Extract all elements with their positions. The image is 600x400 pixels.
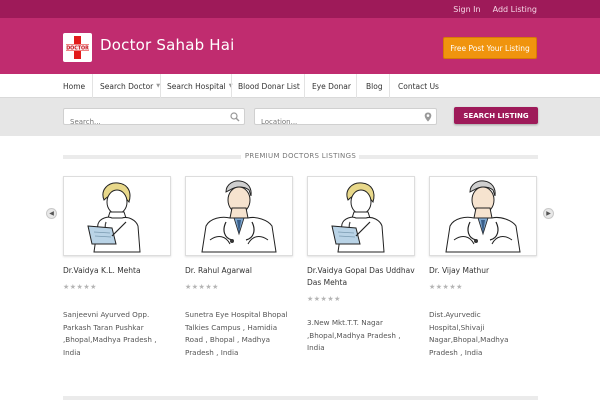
doctor-name-link[interactable]: Dr. Vijay Mathur [429,265,538,277]
male-doctor-illustration-icon [445,180,521,253]
carousel-prev-button[interactable]: ◀ [46,208,57,219]
keyword-search-field [63,108,245,130]
male-doctor-illustration-icon [201,180,277,253]
nav-item-search-doctor[interactable]: Search Doctor ▼ [100,74,160,98]
doctor-name-link[interactable]: Dr. Rahul Agarwal [185,265,294,277]
doctor-address: Dist.Ayurvedic Hospital,Shivaji Nagar,Bh… [429,310,509,357]
site-logo[interactable]: DOCTOR [63,33,92,62]
doctor-photo[interactable] [185,176,293,256]
nav-item-search-hospital[interactable]: Search Hospital▼ [167,74,233,98]
doctor-card: Dr. Rahul Agarwal ★★★★★ Sunetra Eye Hosp… [185,176,294,359]
nav-label: Blog [366,81,383,91]
main-nav: Home Search Doctor▼ Search Hospital▼ Blo… [0,74,600,98]
nav-item-contact-us[interactable]: Contact Us [398,74,439,98]
site-title[interactable]: Doctor Sahab Hai [100,36,235,54]
nav-item-blood-donar-list[interactable]: Blood Donar List [238,74,300,98]
carousel-next-button[interactable]: ▶ [543,208,554,219]
chevron-left-icon: ◀ [49,210,54,217]
doctor-photo[interactable] [307,176,415,256]
nav-label: Home [63,81,86,91]
doctor-photo[interactable] [63,176,171,256]
section-title: PREMIUM DOCTORS LISTINGS [244,152,357,160]
star-rating: ★★★★★ [185,283,219,291]
nav-label: Contact Us [398,81,439,91]
free-post-listing-button[interactable]: Free Post Your Listing [443,37,537,59]
chevron-right-icon: ▶ [546,210,551,217]
nav-label: Eye Donar [312,81,351,91]
nav-item-blog[interactable]: Blog [366,74,383,98]
doctor-name-link[interactable]: Dr.Vaidya Gopal Das Uddhav Das Mehta [307,265,416,289]
nav-label: Blood Donar List [238,81,300,91]
female-doctor-illustration-icon [331,182,385,253]
nav-item-eye-donar[interactable]: Eye Donar [312,74,351,98]
doctor-name-link[interactable]: Dr.Vaidya K.L. Mehta [63,265,172,277]
nav-divider [160,74,161,98]
doctor-address: Sunetra Eye Hospital Bhopal Talkies Camp… [185,310,288,357]
search-listing-button[interactable]: SEARCH LISTING [454,107,538,124]
location-field [254,108,437,130]
female-doctor-illustration-icon [87,182,141,253]
logo-text: DOCTOR [66,45,89,51]
footer-rule [63,396,538,400]
nav-divider [304,74,305,98]
nav-item-home[interactable]: Home [63,74,85,98]
nav-divider [231,74,232,98]
medical-cross-icon: DOCTOR [65,36,90,59]
doctor-photo[interactable] [429,176,537,256]
top-bar: Sign In Add Listing [0,0,600,18]
nav-label: Search Doctor [100,81,154,91]
nav-divider [92,74,93,98]
doctor-address: Sanjeevni Ayurved Opp. Parkash Taran Pus… [63,310,157,357]
location-input[interactable] [255,114,436,130]
section-heading: PREMIUM DOCTORS LISTINGS [63,152,538,162]
star-rating: ★★★★★ [63,283,97,291]
doctor-card: Dr. Vijay Mathur ★★★★★ Dist.Ayurvedic Ho… [429,176,538,359]
star-rating: ★★★★★ [429,283,463,291]
search-bar: SEARCH LISTING [0,98,600,136]
location-pin-icon [424,112,432,122]
search-icon [230,112,240,122]
nav-divider [356,74,357,98]
star-rating: ★★★★★ [307,295,341,303]
add-listing-link[interactable]: Add Listing [493,5,537,14]
nav-divider [389,74,390,98]
site-header: DOCTOR Doctor Sahab Hai Free Post Your L… [0,18,600,74]
doctor-address: 3.New Mkt.T.T. Nagar ,Bhopal,Madhya Prad… [307,318,401,352]
nav-label: Search Hospital [167,81,226,91]
keyword-search-input[interactable] [64,114,244,130]
doctor-card: Dr.Vaidya K.L. Mehta ★★★★★ Sanjeevni Ayu… [63,176,172,359]
doctor-card: Dr.Vaidya Gopal Das Uddhav Das Mehta ★★★… [307,176,416,355]
sign-in-link[interactable]: Sign In [453,5,480,14]
